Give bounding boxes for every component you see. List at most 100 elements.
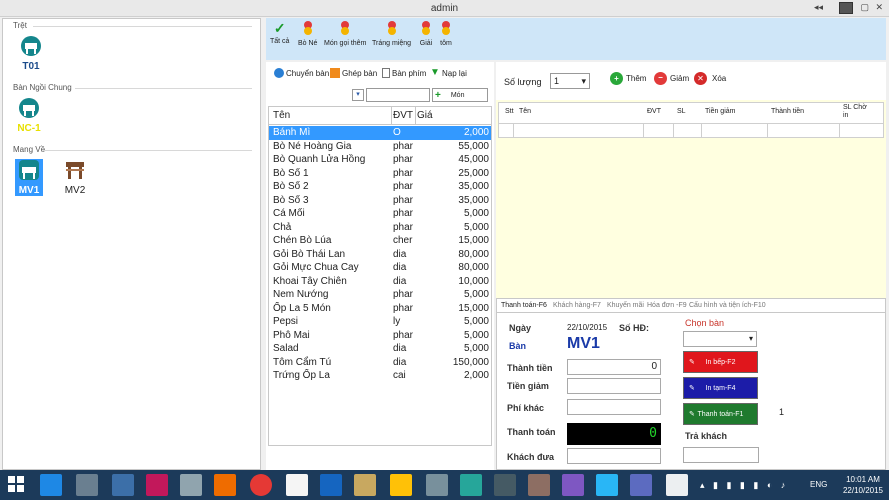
product-row[interactable]: Chén Bò Lúa cher 15,000 xyxy=(269,234,491,248)
category-bo-ne-button[interactable]: Bò Né xyxy=(298,20,317,47)
folder-icon[interactable] xyxy=(390,474,412,496)
quantity-select[interactable]: 1 ▾ xyxy=(550,73,590,89)
category-dessert-button[interactable]: Tráng miệng xyxy=(372,20,411,47)
column-header[interactable]: Stt xyxy=(505,108,514,115)
other-fee-field[interactable] xyxy=(567,399,661,415)
app-icon[interactable] xyxy=(494,474,516,496)
product-row[interactable]: Pepsi ly 5,000 xyxy=(269,315,491,329)
product-row[interactable]: Khoai Tây Chiên dia 10,000 xyxy=(269,275,491,289)
add-icon: + xyxy=(435,89,441,101)
app-icon[interactable] xyxy=(76,474,98,496)
column-header[interactable]: ĐVT xyxy=(647,108,661,115)
column-header-name[interactable]: Tên xyxy=(273,110,290,121)
merge-table-button[interactable]: Ghép bàn xyxy=(330,68,377,78)
media-icon[interactable] xyxy=(214,474,236,496)
table-icon xyxy=(21,36,41,56)
column-header-unit[interactable]: ĐVT xyxy=(393,110,413,121)
product-row[interactable]: Chả phar 5,000 xyxy=(269,221,491,235)
product-row[interactable]: Ốp La 5 Món phar 15,000 xyxy=(269,302,491,316)
print-kitchen-button[interactable]: ✎ In bếp-F2 xyxy=(683,351,758,373)
product-row[interactable]: Bò Số 1 phar 25,000 xyxy=(269,167,491,181)
tab-payment[interactable]: Thanh toán-F6 xyxy=(501,302,547,309)
product-row[interactable]: Nem Nướng phar 5,000 xyxy=(269,288,491,302)
close-button[interactable]: ✕ xyxy=(875,2,883,13)
windows-start-icon[interactable] xyxy=(8,476,24,492)
table-mv2[interactable]: MV2 xyxy=(61,159,89,196)
change-field[interactable] xyxy=(683,447,759,463)
discount-field[interactable] xyxy=(567,378,661,394)
dropdown-arrow-icon[interactable]: ▾ xyxy=(352,89,364,101)
print-temp-button[interactable]: ✎ In tạm-F4 xyxy=(683,377,758,399)
maximize-button[interactable]: ▢ xyxy=(860,2,869,13)
table-mv1[interactable]: MV1 xyxy=(15,159,43,196)
order-table-row[interactable] xyxy=(498,124,884,138)
app-icon[interactable] xyxy=(426,474,448,496)
reload-button[interactable]: ▼ Nạp lại xyxy=(430,68,467,78)
section-label: Trệt xyxy=(13,21,27,30)
tray-icons[interactable]: ▴ ▮ ▮ ▮ ▮ ◐ ♪ xyxy=(700,480,788,491)
column-header[interactable]: SL Chờ in xyxy=(843,104,873,120)
app-icon[interactable] xyxy=(596,474,618,496)
product-row[interactable]: Trứng Ốp La cai 2,000 xyxy=(269,369,491,383)
tab-settings[interactable]: Cấu hình và tiện ích-F10 xyxy=(689,302,766,309)
search-input[interactable] xyxy=(366,88,430,102)
app-icon[interactable] xyxy=(354,474,376,496)
category-all-button[interactable]: ✓ Tất cả xyxy=(270,20,289,45)
tab-invoice[interactable]: Hóa đơn -F9 xyxy=(647,302,687,309)
category-giai-button[interactable]: Giải xyxy=(418,20,434,47)
checkout-button[interactable]: ✎ Thanh toán-F1 xyxy=(683,403,758,425)
product-row[interactable]: Bánh Mì O 2,000 xyxy=(269,126,491,140)
table-t01[interactable]: T01 xyxy=(17,35,45,72)
column-header[interactable]: Tiền giảm xyxy=(705,108,735,115)
product-row[interactable]: Cá Mối phar 5,000 xyxy=(269,207,491,221)
product-row[interactable]: Gỏi Bò Thái Lan dia 80,000 xyxy=(269,248,491,262)
minimize-button[interactable] xyxy=(839,2,853,14)
keyboard-button[interactable]: Bàn phím xyxy=(382,68,426,78)
add-item-button[interactable]: + Món xyxy=(432,88,488,102)
product-row[interactable]: Bò Số 3 phar 35,000 xyxy=(269,194,491,208)
app-icon[interactable] xyxy=(286,474,308,496)
reduce-button[interactable]: − Giảm xyxy=(654,72,689,85)
back-arrow-icon[interactable]: ◂◂ xyxy=(814,2,823,13)
product-row[interactable]: Bò Quanh Lửa Hồng phar 45,000 xyxy=(269,153,491,167)
choose-table-select[interactable]: ▾ xyxy=(683,331,757,347)
product-row[interactable]: Phô Mai phar 5,000 xyxy=(269,329,491,343)
app-icon[interactable] xyxy=(460,474,482,496)
language-indicator[interactable]: ENG xyxy=(810,480,827,489)
app-icon[interactable] xyxy=(112,474,134,496)
category-extra-button[interactable]: Món gọi thêm xyxy=(324,20,366,47)
column-header[interactable]: Tên xyxy=(519,108,531,115)
table-icon xyxy=(19,98,39,118)
column-header[interactable]: Thành tiền xyxy=(771,108,804,115)
tab-promotion[interactable]: Khuyến mãi xyxy=(607,302,644,309)
app-icon[interactable] xyxy=(180,474,202,496)
chrome-icon[interactable] xyxy=(250,474,272,496)
delete-button[interactable]: ✕ Xóa xyxy=(694,72,726,85)
app-icon[interactable] xyxy=(146,474,168,496)
product-row[interactable]: Gỏi Mực Chua Cay dia 80,000 xyxy=(269,261,491,275)
product-row[interactable]: Bò Số 2 phar 35,000 xyxy=(269,180,491,194)
column-header-price[interactable]: Giá xyxy=(417,110,433,121)
product-row[interactable]: Tôm Cẩm Tú dia 150,000 xyxy=(269,356,491,370)
table-nc-1[interactable]: NC-1 xyxy=(15,97,43,134)
column-header[interactable]: SL xyxy=(677,108,686,115)
product-name: Bò Né Hoàng Gia xyxy=(273,140,352,152)
product-name: Chả xyxy=(273,221,292,233)
word-icon[interactable] xyxy=(320,474,342,496)
transfer-table-button[interactable]: Chuyển bàn xyxy=(274,68,329,78)
category-tom-button[interactable]: tôm xyxy=(438,20,454,47)
paid-field[interactable] xyxy=(567,448,661,464)
date-label: Ngày xyxy=(509,323,532,333)
product-row[interactable]: Bò Né Hoàng Gia phar 55,000 xyxy=(269,140,491,154)
app-icon[interactable] xyxy=(528,474,550,496)
clock[interactable]: 10:01 AM 22/10/2015 xyxy=(843,474,883,496)
add-button[interactable]: + Thêm xyxy=(610,72,646,85)
total-field[interactable]: 0 xyxy=(567,359,661,375)
app-icon[interactable] xyxy=(666,474,688,496)
app-icon[interactable] xyxy=(630,474,652,496)
app-icon[interactable] xyxy=(562,474,584,496)
product-unit: phar xyxy=(393,140,414,152)
product-row[interactable]: Salad dia 5,000 xyxy=(269,342,491,356)
browser-icon[interactable] xyxy=(40,474,62,496)
tab-customer[interactable]: Khách hàng-F7 xyxy=(553,302,601,309)
